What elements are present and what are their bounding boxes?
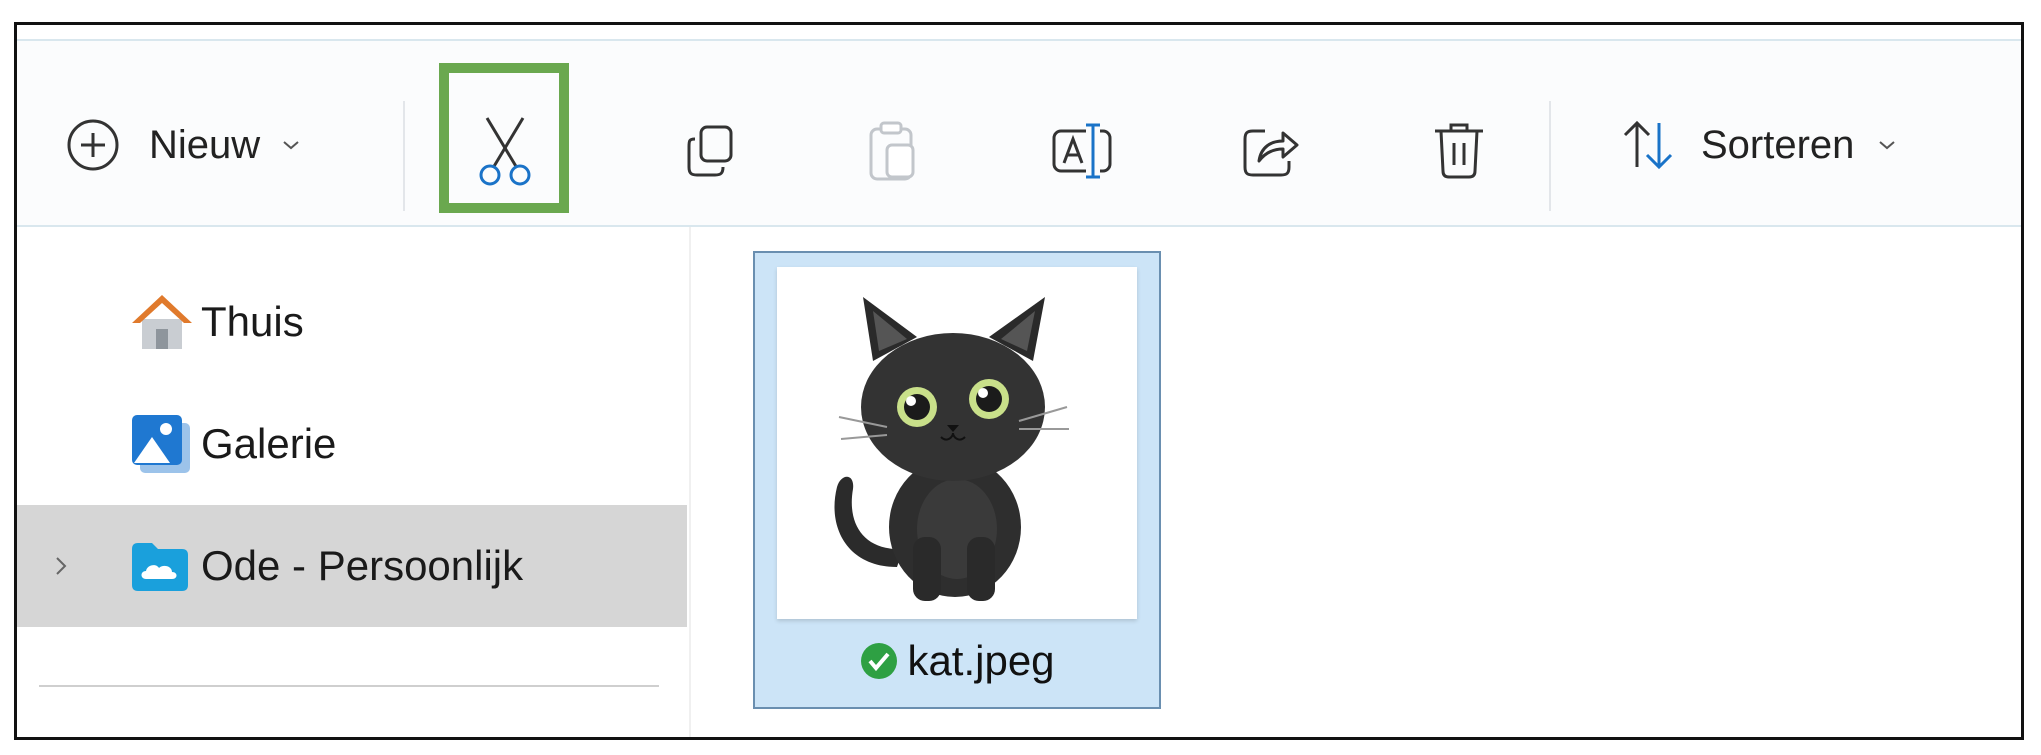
chevron-down-icon (283, 141, 299, 150)
sort-button-label: Sorteren (1701, 122, 1855, 167)
plus-circle-icon (67, 119, 119, 171)
sidebar-item-label: Thuis (201, 298, 304, 345)
share-icon (1243, 129, 1299, 177)
command-bar: Nieuw Sorteren (17, 39, 2021, 227)
cat-image (834, 297, 1069, 601)
share-button[interactable] (1231, 111, 1311, 191)
sync-check-icon (861, 643, 898, 679)
sort-button[interactable]: Sorteren (1619, 115, 1896, 175)
pane-divider (689, 227, 691, 737)
new-button[interactable]: Nieuw (65, 115, 300, 175)
chevron-right-icon[interactable] (53, 554, 69, 578)
sidebar-item-label: Ode - Persoonlijk (201, 542, 524, 589)
onedrive-folder-icon (132, 543, 188, 591)
rename-icon (1052, 121, 1112, 181)
sidebar-item-onedrive[interactable]: Ode - Persoonlijk (17, 505, 687, 627)
file-thumbnail (777, 267, 1137, 619)
trash-icon (1435, 123, 1483, 179)
sidebar-item-gallery[interactable]: Galerie (17, 383, 687, 505)
sort-arrows-icon (1623, 120, 1673, 170)
paste-button[interactable] (853, 111, 933, 191)
file-explorer-window: Nieuw Sorteren Thuis Galerie Ode - Perso… (14, 22, 2024, 740)
sidebar-divider (39, 685, 659, 687)
home-icon (132, 295, 192, 349)
sidebar-item-label: Galerie (201, 420, 337, 467)
file-item[interactable]: kat.jpeg (753, 251, 1161, 709)
delete-button[interactable] (1419, 111, 1499, 191)
rename-button[interactable] (1045, 111, 1125, 191)
file-name: kat.jpeg (907, 637, 1055, 684)
toolbar-divider (1549, 101, 1551, 211)
copy-button[interactable] (671, 111, 751, 191)
gallery-icon (132, 415, 190, 473)
new-button-label: Nieuw (149, 122, 261, 167)
chevron-down-icon (1879, 141, 1896, 150)
copy-icon (687, 125, 733, 177)
clipboard-icon (869, 121, 915, 181)
cut-highlight-box (439, 63, 569, 213)
navigation-pane: Thuis Galerie Ode - Persoonlijk (17, 227, 707, 737)
sidebar-item-home[interactable]: Thuis (17, 261, 687, 383)
file-name-row: kat.jpeg (755, 631, 1159, 691)
toolbar-divider (403, 101, 405, 211)
